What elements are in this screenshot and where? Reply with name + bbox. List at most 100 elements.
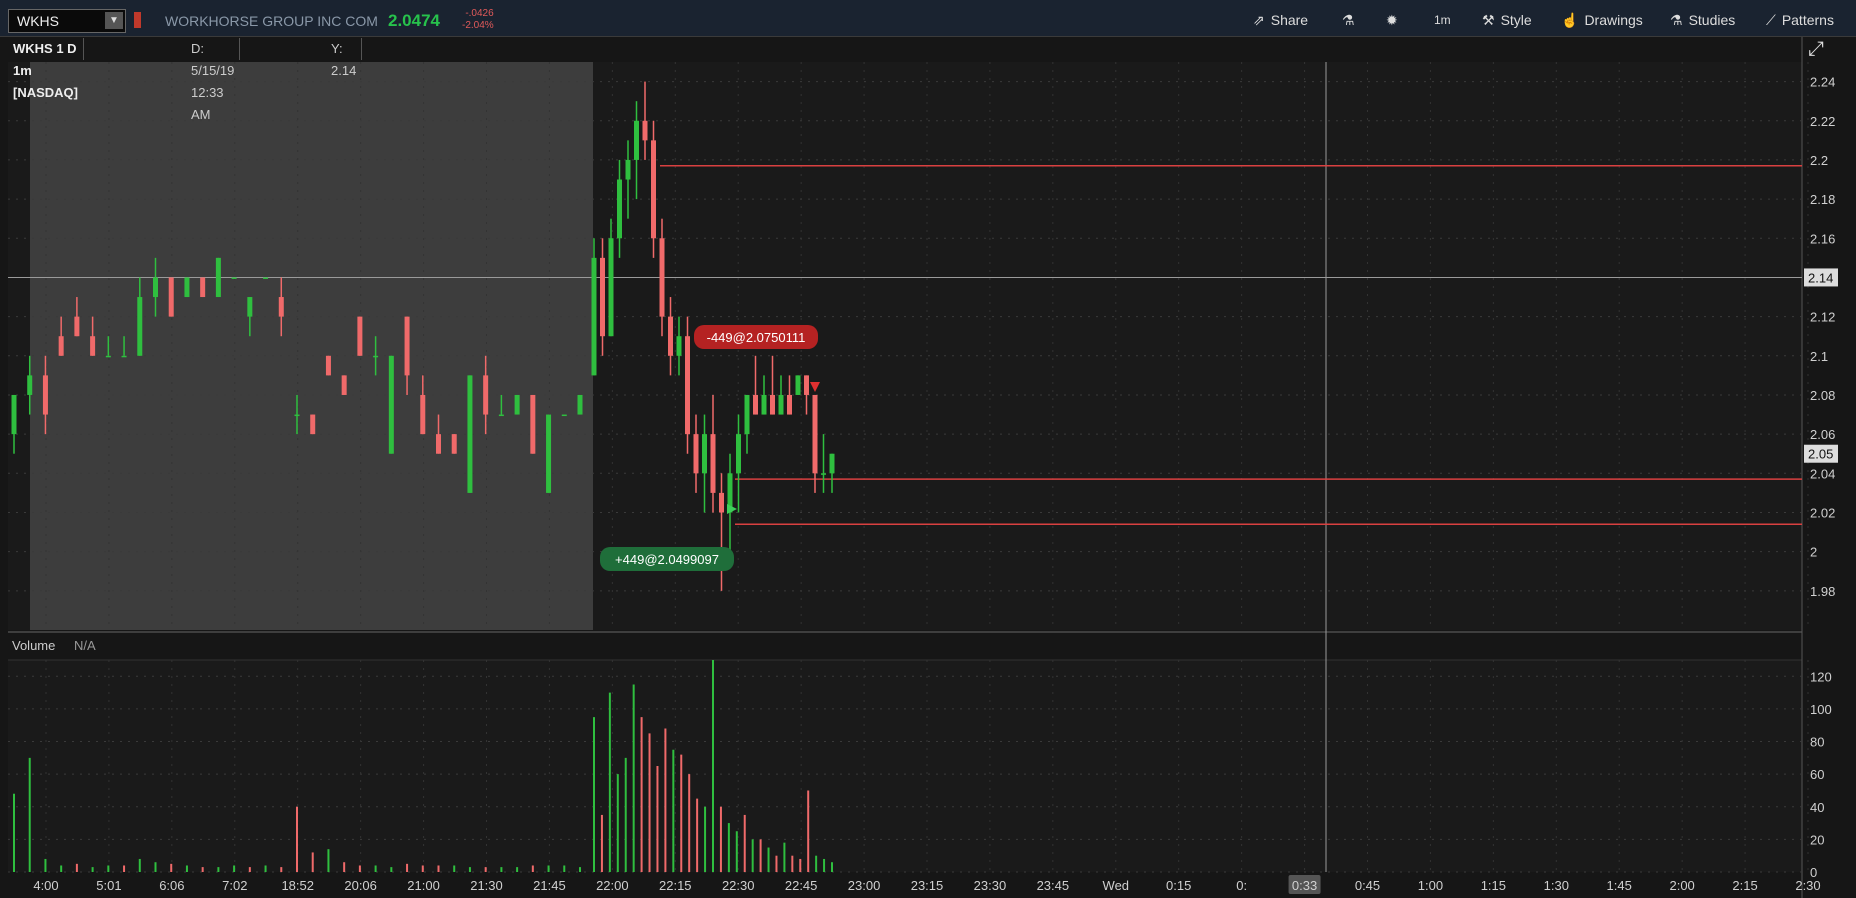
volume-tick-label: 40 — [1810, 800, 1824, 815]
chart-canvas[interactable]: 1.98 2 2.02 2.04 2.06 2.08 2.1 2.12 2.14 2.16 2.18… — [0, 0, 1856, 898]
candle-body — [651, 140, 656, 239]
company-name: WORKHORSE GROUP INC COM — [165, 13, 378, 29]
hand-icon: ☝ — [1561, 12, 1579, 28]
studies-button[interactable]: ⚗ Studies — [1670, 9, 1735, 31]
candle-body — [137, 297, 143, 356]
candle-body — [617, 179, 622, 239]
candle-body — [74, 316, 80, 337]
patterns-label: Patterns — [1781, 12, 1834, 28]
sell-trade-label: -449@2.0750111 — [707, 330, 806, 345]
time-tick-label: 2:00 — [1669, 878, 1694, 893]
last-price: 2.0474 — [388, 11, 440, 30]
share-label: Share — [1270, 12, 1309, 28]
time-tick-label: 23:30 — [974, 878, 1007, 893]
price-tick-label: 2.02 — [1810, 505, 1835, 520]
price-tick-label: 1.98 — [1810, 584, 1835, 599]
style-button[interactable]: ⚒ Style — [1482, 9, 1532, 31]
gear-icon[interactable]: ✹ — [1386, 9, 1398, 31]
candle-body — [498, 414, 504, 417]
time-tick-label: 23:15 — [911, 878, 944, 893]
candle-body — [310, 414, 316, 435]
candle-body — [278, 297, 284, 317]
candle-body — [795, 375, 801, 395]
candle-body — [770, 394, 775, 415]
candle-body — [702, 434, 707, 474]
candle-body — [200, 277, 206, 298]
time-tick-label: 5:01 — [96, 878, 121, 893]
patterns-icon: ⟋ — [1766, 12, 1776, 28]
time-tick-label: 23:00 — [848, 878, 881, 893]
time-tick-label: 7:02 — [222, 878, 247, 893]
price-tick-label: 2.2 — [1810, 153, 1828, 168]
candle-body — [530, 394, 536, 454]
drawings-button[interactable]: ☝ Drawings — [1561, 9, 1643, 31]
candle-body — [90, 336, 96, 356]
candle-body — [642, 120, 648, 141]
price-tick-label: 2.18 — [1810, 192, 1835, 207]
time-tick-label: 23:45 — [1037, 878, 1070, 893]
price-tick-label: 2.24 — [1810, 75, 1835, 90]
volume-value: N/A — [74, 638, 96, 653]
price-tick-label: 2.22 — [1810, 114, 1835, 129]
studies-icon: ⚗ — [1670, 12, 1683, 28]
candle-body — [821, 473, 826, 475]
candle-body — [787, 394, 792, 415]
time-tick-label: 0: — [1236, 878, 1247, 893]
price-tick-label: 2.04 — [1810, 466, 1835, 481]
price-tick-label: 2.1 — [1810, 349, 1828, 364]
symbol-input[interactable]: WKHS — [17, 13, 59, 29]
candle-body — [294, 414, 300, 417]
candle-body — [184, 277, 190, 298]
candle-body — [11, 394, 17, 435]
share-button[interactable]: ⇗ Share — [1253, 9, 1308, 31]
studies-label: Studies — [1688, 12, 1736, 28]
candle-body — [634, 120, 639, 160]
candle-body — [231, 277, 237, 279]
candle-body — [546, 414, 552, 493]
time-tick-label: 6:06 — [159, 878, 184, 893]
time-tick-label: 0:33 — [1292, 878, 1317, 893]
cursor-date: D: 5/15/19 12:33 AM — [186, 38, 241, 122]
candle-body — [168, 277, 174, 317]
candle-body — [625, 159, 631, 180]
symbol-selector[interactable]: WKHS ▼ — [8, 9, 126, 33]
candle-body — [247, 297, 253, 317]
time-tick-label: 22:00 — [596, 878, 629, 893]
price-tick-label: 2.06 — [1810, 427, 1835, 442]
candle-body — [404, 316, 410, 376]
patterns-button[interactable]: ⟋ Patterns — [1766, 9, 1834, 31]
interval-button[interactable]: 1m — [1434, 9, 1451, 31]
candle-body — [215, 257, 221, 298]
candle-body — [668, 316, 673, 356]
volume-tick-label: 60 — [1810, 767, 1824, 782]
candle-body — [105, 355, 111, 358]
candle-body — [753, 394, 758, 415]
time-tick-label: Wed — [1103, 878, 1130, 893]
candle-body — [719, 492, 724, 513]
collapse-icon[interactable]: ⤢ — [1808, 38, 1824, 61]
price-change: -.0426 -2.04% — [462, 8, 494, 32]
chart-title: WKHS 1 D 1m [NASDAQ] — [8, 38, 84, 100]
drawings-label: Drawings — [1584, 12, 1643, 28]
candle-body — [436, 434, 441, 454]
candle-body — [577, 394, 583, 415]
flag-icon[interactable] — [134, 12, 141, 28]
flask-icon[interactable]: ⚗ — [1342, 9, 1355, 31]
volume-tick-label: 120 — [1810, 669, 1832, 684]
buy-trade-label: +449@2.0499097 — [615, 552, 719, 567]
volume-tick-label: 100 — [1810, 702, 1832, 717]
price-tick-label: 2.08 — [1810, 388, 1835, 403]
volume-tick-label: 20 — [1810, 832, 1824, 847]
crosshair-price-label: 2.14 — [1808, 270, 1833, 285]
candle-body — [514, 394, 520, 415]
price-tick-label: 2.12 — [1810, 310, 1835, 325]
candle-body — [676, 336, 682, 356]
candle-body — [357, 316, 363, 356]
candle-body — [467, 375, 473, 493]
chevron-down-icon[interactable]: ▼ — [105, 12, 123, 29]
candle-body — [451, 434, 457, 454]
candle-body — [121, 355, 127, 358]
candle-body — [659, 238, 665, 317]
time-tick-label: 21:00 — [407, 878, 440, 893]
price-tick-label: 2 — [1810, 545, 1817, 560]
